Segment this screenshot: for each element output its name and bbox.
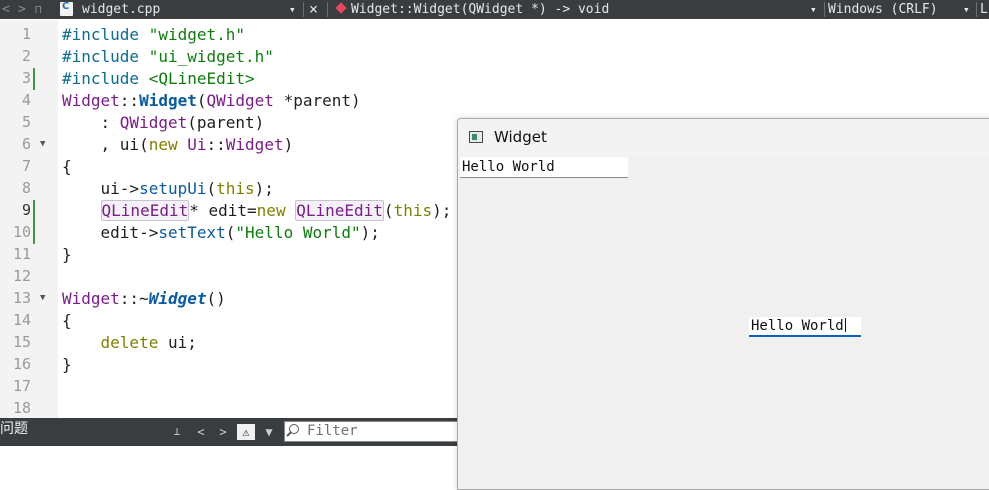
code-line: #include "widget.h" bbox=[62, 25, 246, 44]
app-window-title: Widget bbox=[494, 128, 547, 146]
line-edit-top[interactable]: Hello World bbox=[460, 157, 628, 178]
app-window: Widget Hello World Hello World bbox=[457, 118, 989, 490]
line-number: 17 bbox=[12, 377, 31, 395]
code-line: { bbox=[62, 311, 72, 330]
file-name[interactable]: widget.cpp bbox=[82, 0, 160, 19]
line-number: 11 bbox=[12, 245, 31, 263]
line-edit-center[interactable]: Hello World bbox=[749, 317, 861, 337]
app-window-titlebar[interactable]: Widget bbox=[458, 119, 989, 156]
code-line: : QWidget(parent) bbox=[62, 113, 265, 132]
line-number: 5 bbox=[21, 113, 31, 131]
line-number: 1 bbox=[21, 25, 31, 43]
line-number: 16 bbox=[12, 355, 31, 373]
fold-arrow-icon[interactable]: ▼ bbox=[40, 293, 45, 303]
code-line: } bbox=[62, 355, 72, 374]
line-endings-selector[interactable]: Windows (CRLF) bbox=[828, 0, 938, 19]
code-line: #include <QLineEdit> bbox=[62, 69, 255, 88]
code-line: { bbox=[62, 157, 72, 176]
filter-placeholder: Filter bbox=[307, 423, 358, 439]
code-line: , ui(new Ui::Widget) bbox=[62, 135, 294, 154]
code-line: QLineEdit* edit=new QLineEdit(this); bbox=[100, 200, 452, 221]
lock-icon: ⊓ bbox=[35, 3, 42, 16]
line-number: 18 bbox=[12, 399, 31, 417]
issues-panel-bar: 问题 ⊥ < > ⚠ ▼ Filter bbox=[0, 418, 458, 446]
back-icon[interactable]: < bbox=[2, 0, 10, 19]
code-line: Widget::Widget(QWidget *parent) bbox=[62, 91, 361, 110]
symbol-selector[interactable]: Widget::Widget(QWidget *) -> void bbox=[351, 0, 609, 19]
line-number: 10 bbox=[12, 223, 31, 241]
code-line: edit->setText("Hello World"); bbox=[62, 223, 380, 242]
symbol-dropdown-icon[interactable]: ▾ bbox=[810, 0, 817, 19]
close-file-icon[interactable]: × bbox=[309, 0, 318, 19]
app-window-icon bbox=[469, 131, 483, 143]
line-number: 6 bbox=[21, 135, 31, 153]
code-line: #include "ui_widget.h" bbox=[62, 47, 274, 66]
line-edit-center-text: Hello World bbox=[751, 318, 844, 334]
line-number: 4 bbox=[21, 91, 31, 109]
issues-panel-title[interactable]: 问题 bbox=[0, 418, 28, 438]
line-number: 12 bbox=[12, 267, 31, 285]
issues-list bbox=[0, 446, 458, 478]
editor-toolbar: < > ⊓ widget.cpp ▾ × Widget::Widget(QWid… bbox=[0, 0, 989, 19]
encoding-selector[interactable]: L bbox=[980, 0, 988, 19]
line-number: 13 bbox=[12, 289, 31, 307]
line-number: 2 bbox=[21, 47, 31, 65]
function-symbol-icon bbox=[335, 2, 347, 14]
line-number: 15 bbox=[12, 333, 31, 351]
forward-icon[interactable]: > bbox=[18, 0, 26, 19]
warning-filter-icon[interactable]: ⚠ bbox=[237, 424, 255, 440]
code-line: Widget::~Widget() bbox=[62, 289, 226, 308]
code-line: delete ui; bbox=[100, 333, 197, 352]
prev-issue-icon[interactable]: < bbox=[192, 424, 210, 440]
cpp-file-icon bbox=[60, 1, 73, 16]
change-marker bbox=[33, 200, 35, 244]
line-number: 7 bbox=[21, 157, 31, 175]
next-issue-icon[interactable]: > bbox=[214, 424, 232, 440]
line-endings-dropdown-icon[interactable]: ▾ bbox=[963, 0, 970, 19]
code-line: ui->setupUi(this); bbox=[62, 179, 274, 198]
line-number-gutter[interactable]: 1 2 3 4 5 6 7 8 9 10 11 12 13 14 15 16 1… bbox=[0, 20, 58, 418]
tree-toggle-icon[interactable]: ⊥ bbox=[168, 424, 186, 440]
text-caret bbox=[844, 318, 846, 332]
issues-filter-input[interactable]: Filter bbox=[284, 421, 458, 442]
code-line: } bbox=[62, 245, 72, 264]
funnel-icon[interactable]: ▼ bbox=[260, 424, 278, 440]
line-number: 14 bbox=[12, 311, 31, 329]
line-number: 8 bbox=[21, 179, 31, 197]
file-dropdown-icon[interactable]: ▾ bbox=[289, 0, 296, 19]
change-marker bbox=[33, 68, 35, 90]
fold-arrow-icon[interactable]: ▼ bbox=[40, 139, 45, 149]
line-number: 3 bbox=[21, 69, 31, 87]
line-number: 9 bbox=[21, 201, 31, 219]
search-icon bbox=[289, 424, 299, 434]
